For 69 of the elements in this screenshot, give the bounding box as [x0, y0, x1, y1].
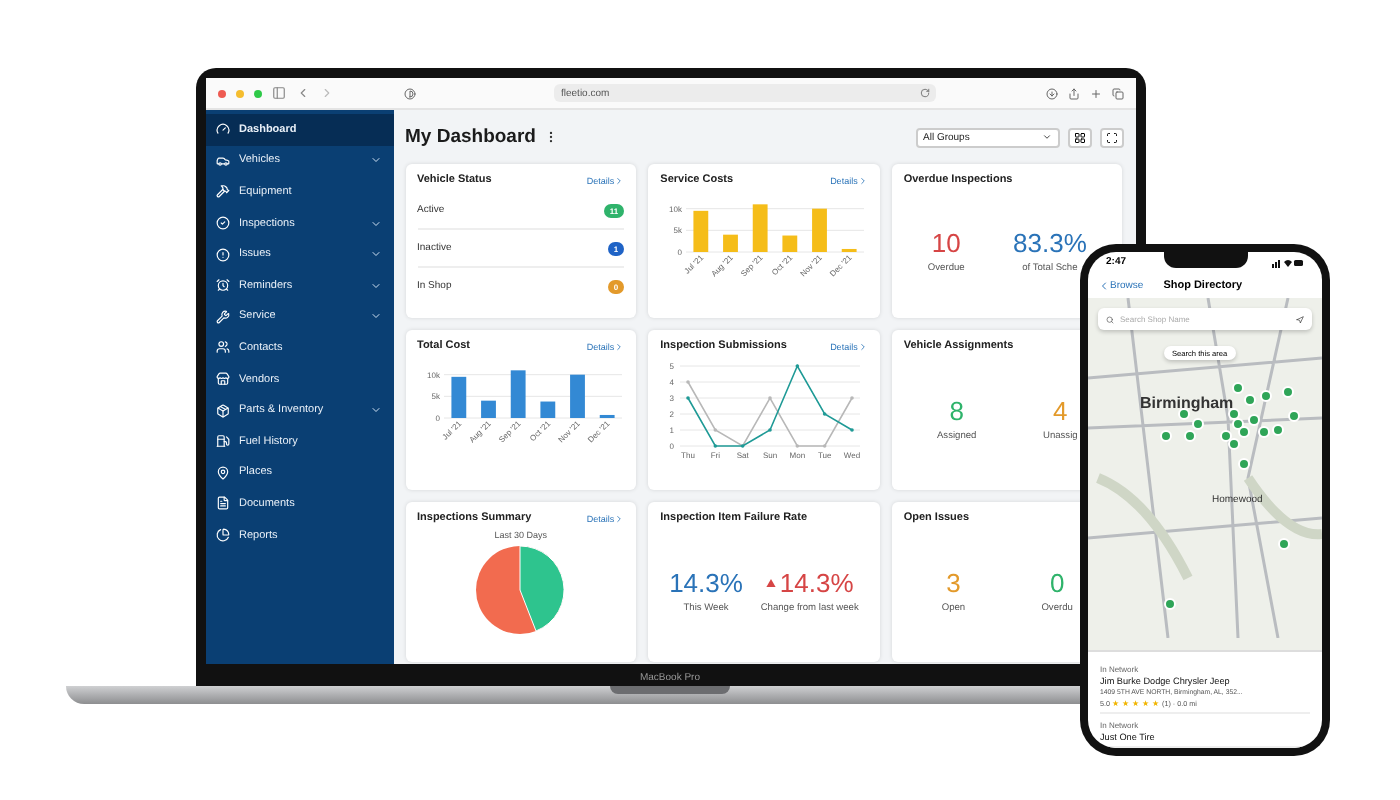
location-arrow-icon — [1296, 315, 1304, 323]
stat-value: 10 — [931, 227, 961, 257]
hammer-icon — [215, 184, 229, 199]
map-label: Birmingham — [1140, 394, 1234, 412]
grid-icon — [1073, 131, 1085, 143]
minimize-dot[interactable] — [235, 89, 243, 97]
chevron-right-icon — [614, 513, 625, 523]
close-dot[interactable] — [217, 89, 225, 97]
reload-icon[interactable] — [919, 88, 929, 98]
car-icon — [215, 153, 229, 168]
status-icons — [1272, 257, 1304, 267]
tabs-icon[interactable] — [1111, 87, 1123, 99]
phone-notch — [1164, 252, 1248, 268]
caret-icon — [1041, 132, 1051, 142]
alarm-clock-icon — [215, 278, 229, 293]
forward-icon[interactable] — [319, 86, 333, 100]
wrench-icon — [215, 309, 229, 324]
map-pin[interactable] — [1260, 390, 1272, 402]
back-icon[interactable] — [295, 86, 309, 100]
pie-chart-drawing — [474, 544, 567, 636]
stat-value: 14.3% — [669, 568, 743, 598]
map-pin[interactable] — [1164, 598, 1176, 610]
map-pin[interactable] — [1160, 430, 1172, 442]
stat-value: 83.3% — [1013, 227, 1087, 257]
pie-chart-icon — [215, 528, 229, 543]
map-pin[interactable] — [1228, 408, 1240, 420]
expand-view-button[interactable] — [1099, 127, 1123, 147]
gauge-icon — [215, 122, 229, 137]
map-pin[interactable] — [1220, 430, 1232, 442]
map-pin[interactable] — [1244, 394, 1256, 406]
stat-value: 14.3% — [765, 568, 854, 598]
check-circle-icon — [215, 216, 229, 231]
document-icon — [215, 496, 229, 511]
stat-value: 3 — [946, 568, 961, 598]
stat-value: 0 — [1049, 568, 1065, 598]
map-pin[interactable] — [1238, 458, 1250, 470]
map-pin[interactable] — [1232, 382, 1244, 394]
map-pin[interactable] — [1288, 410, 1300, 422]
people-icon — [215, 340, 229, 355]
page-title: My Dashboard — [405, 126, 536, 148]
new-tab-icon[interactable] — [1089, 87, 1101, 99]
chevron-right-icon — [857, 341, 868, 351]
up-triangle-icon — [765, 578, 776, 588]
chevron-right-icon — [857, 175, 868, 185]
fuel-pump-icon — [215, 434, 229, 449]
alert-icon — [215, 247, 229, 262]
map-pin[interactable] — [1184, 430, 1196, 442]
map-pin[interactable] — [1192, 418, 1204, 430]
map-pin[interactable] — [1272, 424, 1284, 436]
map-pin[interactable] — [1282, 386, 1294, 398]
store-icon — [215, 372, 229, 387]
map-pin[interactable] — [1238, 426, 1250, 438]
zoom-dot[interactable] — [253, 89, 261, 97]
map-pin[interactable] — [1248, 414, 1260, 426]
grid-view-button[interactable] — [1067, 127, 1091, 147]
chevron-right-icon — [614, 175, 625, 185]
search-icon — [1106, 315, 1114, 323]
laptop-hinge-notch — [610, 686, 730, 694]
share-icon[interactable] — [1067, 87, 1079, 99]
sidebar-toggle-icon[interactable] — [271, 86, 285, 100]
map-pin-icon — [215, 465, 229, 480]
map-pin[interactable] — [1278, 538, 1290, 550]
map-pin[interactable] — [1178, 408, 1190, 420]
back-chevron-icon — [1098, 279, 1110, 291]
stat-value: 8 — [949, 396, 964, 426]
package-icon — [215, 403, 229, 418]
download-icon[interactable] — [1045, 87, 1057, 99]
chevron-right-icon — [614, 341, 625, 351]
stat-value: 4 — [1053, 396, 1068, 426]
